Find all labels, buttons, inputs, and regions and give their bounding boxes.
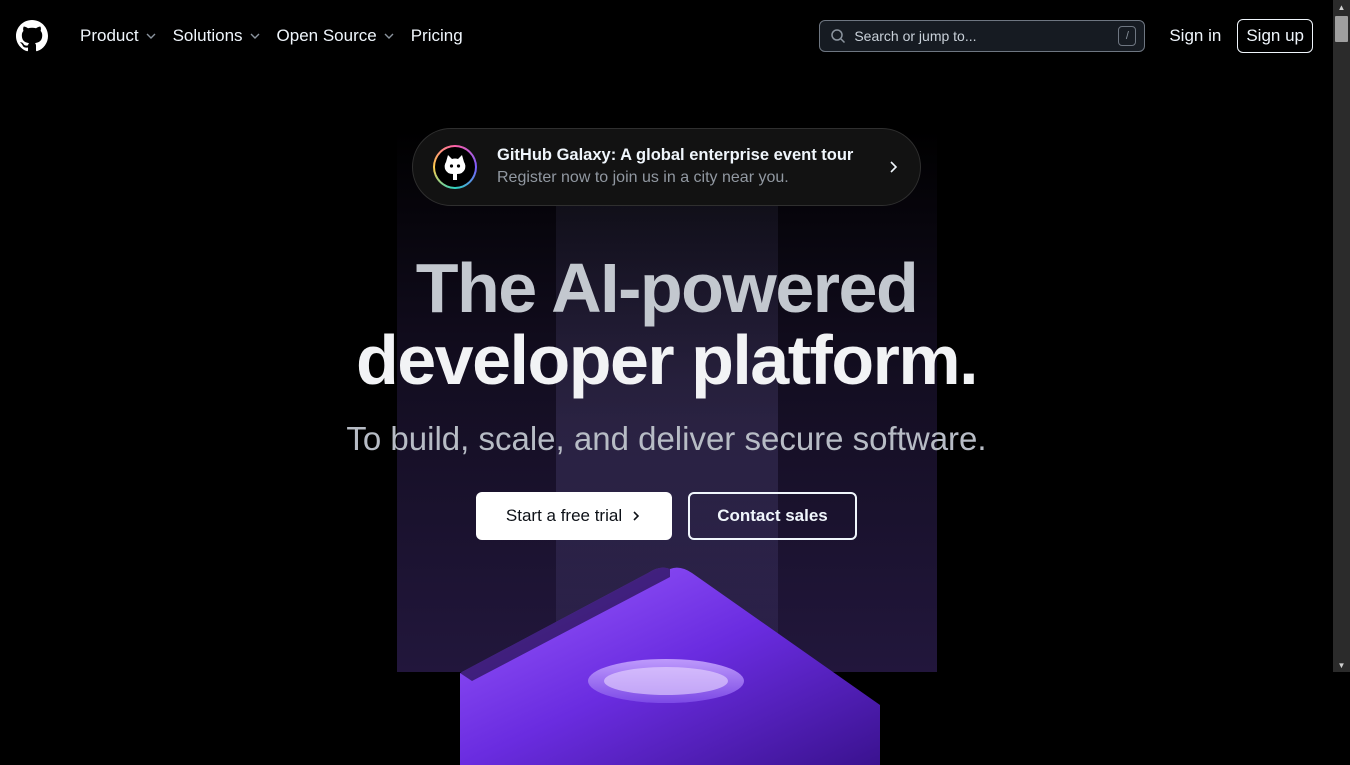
scroll-thumb[interactable] — [1335, 16, 1348, 42]
nav-solutions-label: Solutions — [172, 26, 243, 45]
scroll-down-arrow-icon[interactable]: ▼ — [1333, 658, 1350, 672]
sign-in-link[interactable]: Sign in — [1169, 26, 1221, 46]
github-logo-icon[interactable] — [16, 20, 48, 52]
cta-row: Start a free trial Contact sales — [476, 492, 857, 540]
hero-title: The AI-powered developer platform. — [0, 252, 1333, 396]
banner-subtitle: Register now to join us in a city near y… — [497, 169, 789, 186]
banner-text: GitHub Galaxy: A global enterprise event… — [497, 144, 878, 190]
start-free-trial-label: Start a free trial — [505, 506, 623, 525]
page-scrollbar[interactable]: ▲ ▼ — [1333, 0, 1350, 672]
nav-solutions[interactable]: Solutions — [165, 20, 269, 52]
site-header: Product Solutions Open Source Pricing Se… — [0, 0, 1333, 72]
nav-pricing[interactable]: Pricing — [403, 20, 471, 52]
chevron-down-icon — [145, 30, 157, 42]
hero-title-line2: developer platform. — [355, 321, 979, 399]
chevron-right-icon — [630, 510, 642, 522]
banner-avatar — [433, 145, 477, 189]
hero-title-line1: The AI-powered — [415, 249, 919, 327]
nav-product[interactable]: Product — [72, 20, 165, 52]
event-banner[interactable]: GitHub Galaxy: A global enterprise event… — [412, 128, 921, 206]
chevron-down-icon — [383, 30, 395, 42]
search-shortcut-key: / — [1118, 26, 1137, 46]
header-actions: Search or jump to... / Sign in Sign up — [819, 19, 1317, 53]
search-placeholder: Search or jump to... — [854, 28, 977, 44]
hero-subtitle: To build, scale, and deliver secure soft… — [346, 420, 987, 457]
search-icon — [830, 28, 846, 44]
chevron-down-icon — [249, 30, 261, 42]
sign-up-button[interactable]: Sign up — [1237, 19, 1313, 53]
nav-open-source-label: Open Source — [276, 26, 377, 45]
banner-title: GitHub Galaxy: A global enterprise event… — [497, 146, 854, 164]
hero-illustration — [460, 565, 880, 765]
nav-open-source[interactable]: Open Source — [269, 20, 403, 52]
start-free-trial-button[interactable]: Start a free trial — [476, 492, 672, 540]
nav-pricing-label: Pricing — [410, 26, 463, 45]
scroll-up-arrow-icon[interactable]: ▲ — [1333, 0, 1350, 14]
main-nav: Product Solutions Open Source Pricing — [72, 20, 471, 52]
nav-product-label: Product — [80, 26, 139, 45]
search-input[interactable]: Search or jump to... / — [819, 20, 1146, 52]
octocat-icon — [435, 147, 475, 187]
chevron-right-icon — [886, 160, 900, 174]
contact-sales-button[interactable]: Contact sales — [688, 492, 857, 540]
